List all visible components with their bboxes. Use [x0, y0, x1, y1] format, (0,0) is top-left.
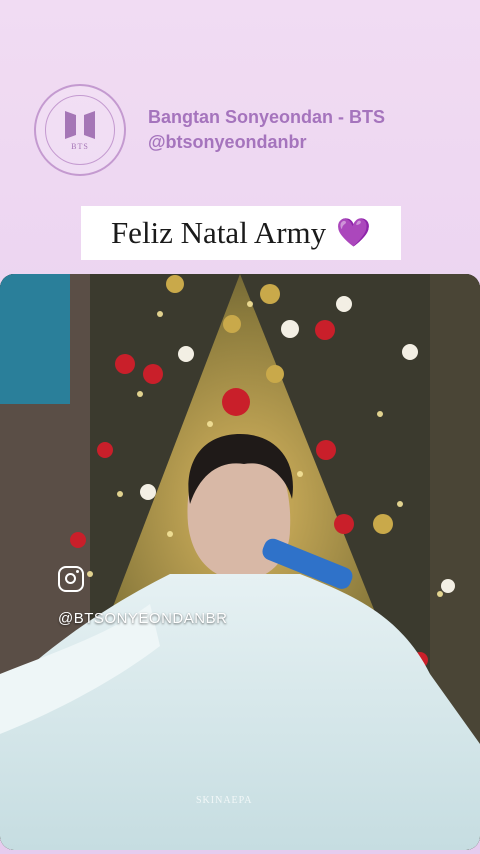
account-handle: @btsonyeondanbr [148, 132, 307, 152]
video-player[interactable]: @BTSONYEONDANBR SKINAEPA [0, 274, 480, 850]
instagram-handle: @BTSONYEONDANBR [58, 610, 228, 627]
logo-text: BTS [71, 141, 89, 151]
account-info: Bangtan Sonyeondan - BTS @btsonyeondanbr [148, 105, 385, 155]
bts-logo-icon: BTS [34, 84, 126, 176]
greeting-text: Feliz Natal Army [110, 215, 327, 250]
purple-heart-icon: 💜 [336, 218, 372, 249]
instagram-icon [58, 566, 84, 592]
account-name: Bangtan Sonyeondan - BTS [148, 107, 386, 127]
profile-header: BTS Bangtan Sonyeondan - BTS @btsonyeond… [0, 0, 480, 200]
video-watermark: SKINAEPA [196, 795, 253, 806]
video-frame [0, 274, 480, 850]
greeting-banner: Feliz Natal Army 💜 [81, 206, 401, 260]
